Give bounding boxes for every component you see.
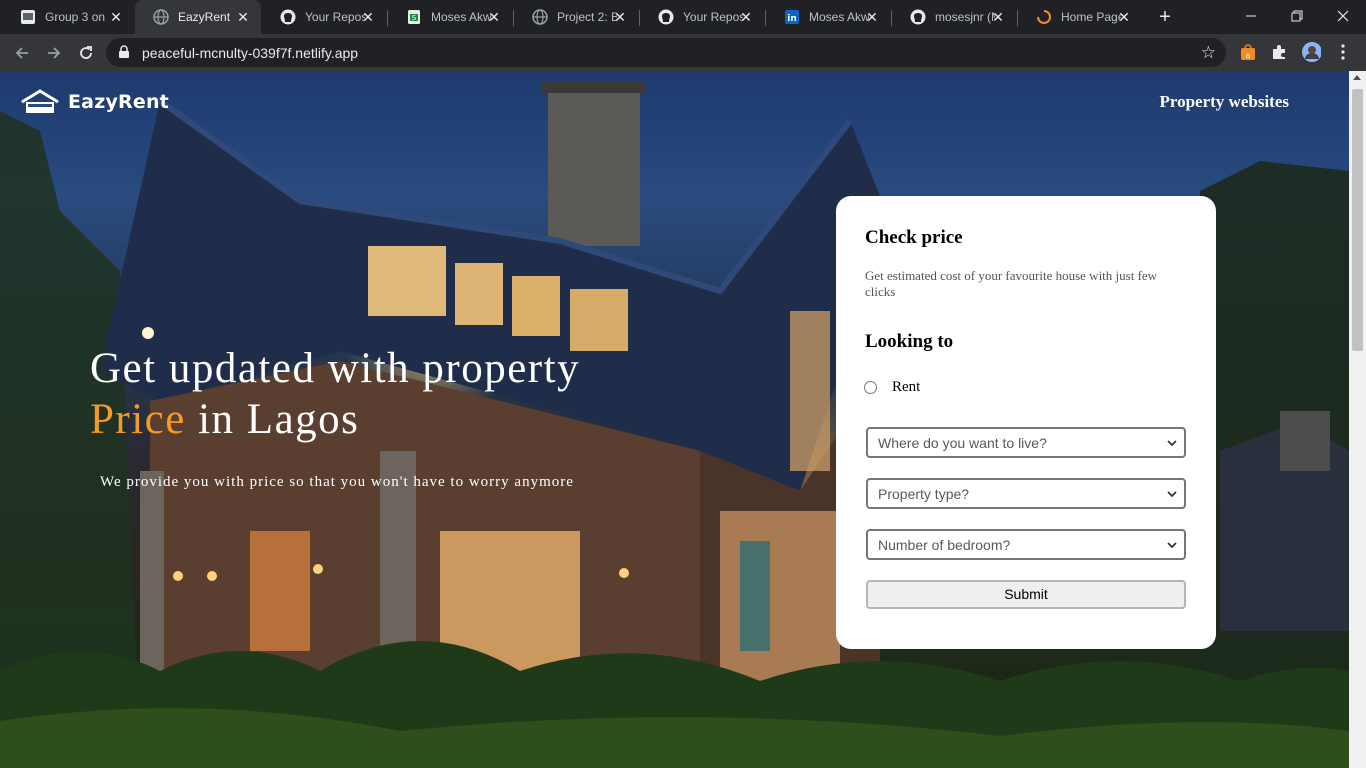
close-icon[interactable]: ✕ [360, 9, 376, 25]
hero-headline: Get updated with property Price in Lagos [90, 343, 580, 445]
new-tab-button[interactable]: + [1154, 6, 1176, 28]
loading-icon [1036, 9, 1052, 25]
location-select-value: Where do you want to live? [878, 435, 1047, 451]
property-type-select-value: Property type? [878, 486, 970, 502]
tab-your-repos[interactable]: Your Reposi ✕ [262, 0, 386, 34]
bedrooms-select[interactable]: Number of bedroom? [866, 529, 1186, 560]
close-icon[interactable]: ✕ [1116, 9, 1132, 25]
url-text: peaceful-mcnulty-039f7f.netlify.app [142, 45, 359, 61]
headline-line-1: Get updated with property [90, 345, 581, 392]
github-icon [910, 9, 926, 25]
location-select[interactable]: Where do you want to live? [866, 427, 1186, 458]
reload-button[interactable] [72, 39, 100, 67]
tab-strip: Group 3 on ✕ EazyRent ✕ Your Reposi ✕ S … [0, 0, 1366, 34]
extension-shopping-icon[interactable]: a [1238, 42, 1258, 62]
close-icon[interactable]: ✕ [486, 9, 502, 25]
arrow-right-icon [48, 47, 61, 59]
chevron-down-icon [1167, 542, 1177, 549]
github-icon [658, 9, 674, 25]
slides-icon [20, 9, 36, 25]
close-icon [1337, 10, 1349, 22]
scroll-up-arrow-icon[interactable] [1353, 75, 1361, 80]
extensions-puzzle-icon[interactable] [1269, 42, 1289, 62]
headline-line-2: Price in Lagos [90, 394, 580, 445]
page-viewport: EazyRent Property websites Get updated w… [0, 71, 1349, 768]
close-icon[interactable]: ✕ [738, 9, 754, 25]
rent-option[interactable]: Rent [864, 379, 920, 396]
tab-title: Your Reposi [305, 10, 365, 24]
star-icon[interactable]: ☆ [1201, 43, 1216, 63]
restore-icon [1291, 10, 1303, 22]
chevron-down-icon [1167, 440, 1177, 447]
house-logo-icon [21, 89, 59, 113]
sheets-icon: S [406, 9, 422, 25]
scrollbar-thumb[interactable] [1352, 89, 1363, 351]
tab-group-3[interactable]: Group 3 on ✕ [2, 0, 134, 34]
forward-button[interactable] [40, 39, 68, 67]
chevron-down-icon [1167, 491, 1177, 498]
tab-mosesjnr[interactable]: mosesjnr (M ✕ [892, 0, 1016, 34]
close-icon[interactable]: ✕ [990, 9, 1006, 25]
tab-title: Home Page [1061, 10, 1121, 24]
bedrooms-select-value: Number of bedroom? [878, 537, 1011, 553]
minimize-button[interactable] [1228, 0, 1274, 32]
back-button[interactable] [8, 39, 36, 67]
headline-rest: in Lagos [185, 396, 360, 443]
tab-project-2[interactable]: Project 2: B ✕ [514, 0, 638, 34]
lock-icon [118, 45, 130, 64]
tab-title: Project 2: B [557, 10, 617, 24]
close-icon[interactable]: ✕ [612, 9, 628, 25]
profile-avatar-icon[interactable] [1301, 42, 1321, 62]
site-logo[interactable]: EazyRent [20, 89, 169, 115]
restore-button[interactable] [1274, 0, 1320, 32]
tab-title: Group 3 on [45, 10, 105, 24]
property-type-select[interactable]: Property type? [866, 478, 1186, 509]
svg-text:a: a [1246, 51, 1251, 60]
arrow-left-icon [15, 47, 28, 59]
linkedin-icon: in [784, 9, 800, 25]
tab-title: mosesjnr (M [935, 10, 995, 24]
tab-your-repos-2[interactable]: Your Reposi ✕ [640, 0, 764, 34]
tab-title: EazyRent [178, 10, 231, 24]
hero-subline: We provide you with price so that you wo… [100, 474, 574, 490]
tab-title: Your Reposi [683, 10, 743, 24]
globe-icon [532, 9, 548, 25]
close-window-button[interactable] [1320, 0, 1366, 32]
page-scrollbar[interactable] [1349, 71, 1366, 768]
browser-toolbar: peaceful-mcnulty-039f7f.netlify.app ☆ a [0, 34, 1366, 71]
tab-home-page[interactable]: Home Page ✕ [1018, 0, 1142, 34]
address-bar[interactable]: peaceful-mcnulty-039f7f.netlify.app ☆ [106, 38, 1226, 67]
tab-eazyrent[interactable]: EazyRent ✕ [135, 0, 261, 34]
close-icon[interactable]: ✕ [864, 9, 880, 25]
svg-text:in: in [787, 14, 797, 24]
logo-text: EazyRent [68, 91, 169, 113]
rent-radio[interactable] [864, 381, 877, 394]
reload-icon [80, 46, 92, 59]
tab-moses-sheets[interactable]: S Moses Akw ✕ [388, 0, 512, 34]
tab-title: Moses Akw [431, 10, 491, 24]
nav-link-property-websites[interactable]: Property websites [1159, 92, 1289, 112]
github-icon [280, 9, 296, 25]
headline-accent: Price [90, 396, 186, 443]
close-icon[interactable]: ✕ [108, 9, 124, 25]
check-price-card: Check price Get estimated cost of your f… [836, 196, 1216, 649]
globe-icon [153, 9, 169, 25]
close-icon[interactable]: ✕ [235, 9, 251, 25]
rent-label: Rent [892, 379, 921, 395]
looking-to-heading: Looking to [865, 331, 954, 352]
card-title: Check price [865, 227, 963, 248]
svg-text:S: S [412, 14, 417, 22]
menu-kebab-icon[interactable] [1333, 42, 1353, 62]
minimize-icon [1246, 15, 1256, 17]
submit-button[interactable]: Submit [866, 580, 1186, 609]
card-description: Get estimated cost of your favourite hou… [865, 268, 1158, 299]
tab-moses-linkedin[interactable]: in Moses Akw ✕ [766, 0, 890, 34]
tab-title: Moses Akw [809, 10, 869, 24]
